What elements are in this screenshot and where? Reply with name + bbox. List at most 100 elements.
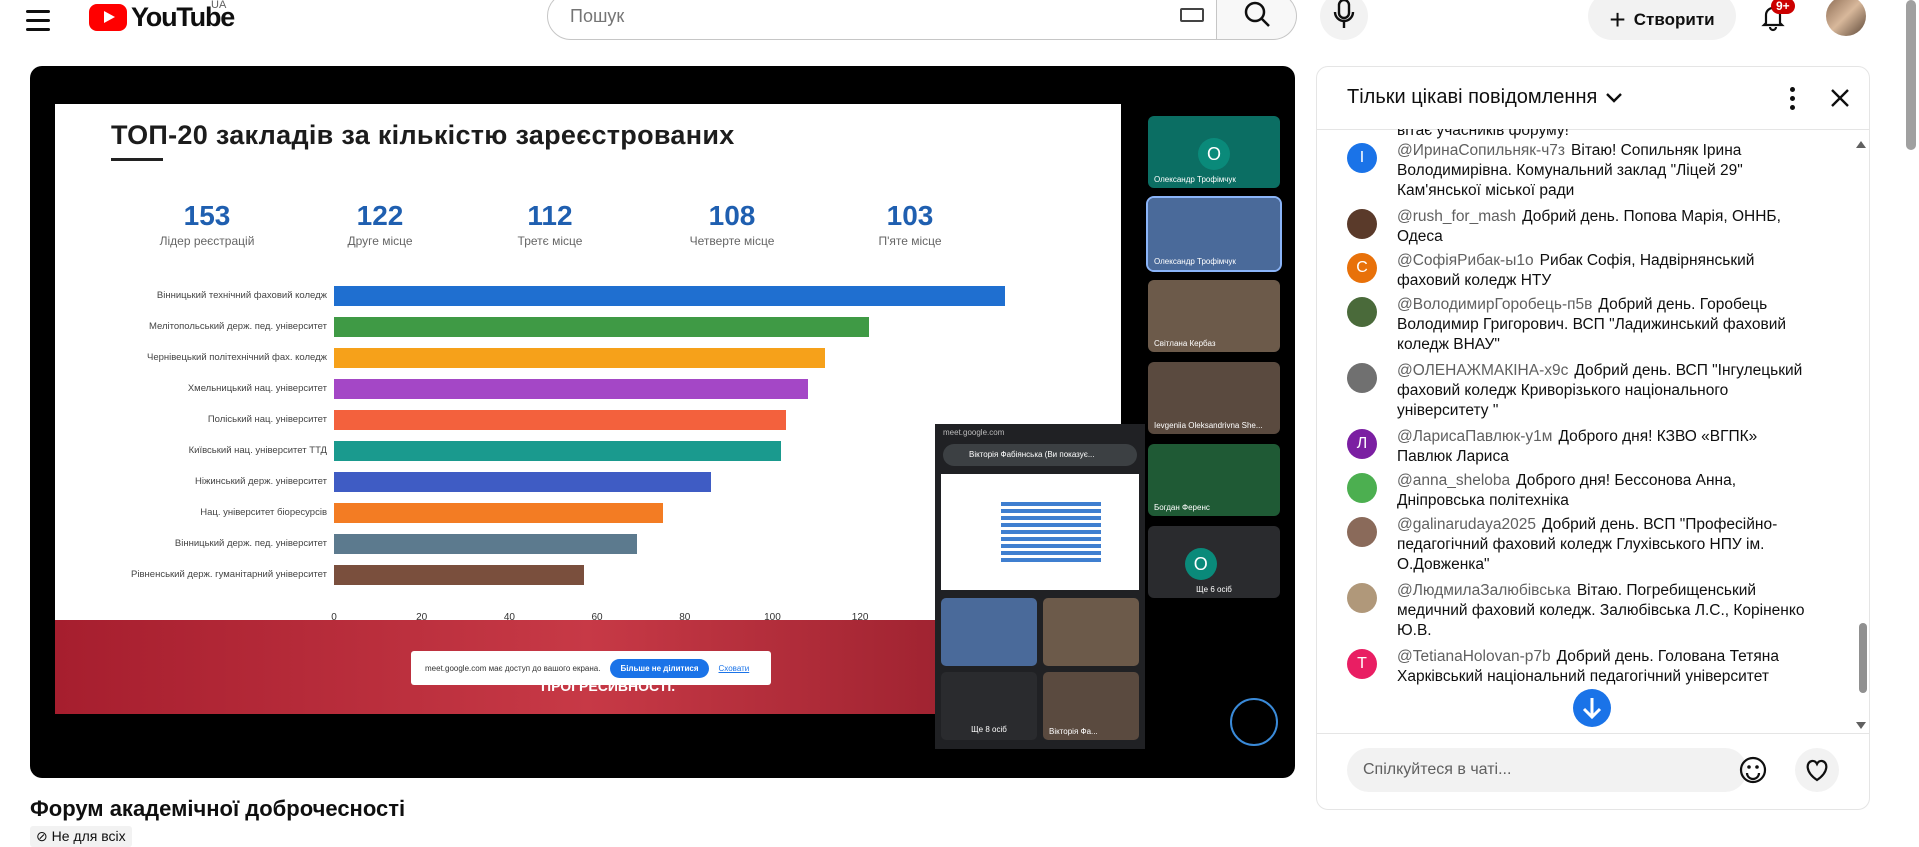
- scroll-to-latest-button[interactable]: [1573, 689, 1611, 727]
- chat-message-list[interactable]: вітає учасників форуму! І @ИринаСопильняк…: [1317, 129, 1869, 733]
- bar-9: [334, 534, 637, 554]
- chat-author-name[interactable]: @ЛарисаПавлюк-у1м: [1397, 428, 1552, 445]
- bar-10: [334, 565, 584, 585]
- pip-tile-more: Ще 8 осіб: [941, 672, 1037, 740]
- chat-scroll-thumb[interactable]: [1859, 623, 1867, 693]
- chat-message: T @TetianaHolovan-p7b Добрий день. Голован…: [1347, 647, 1807, 687]
- chat-author-name[interactable]: @СофіяРибак-ы1о: [1397, 252, 1534, 269]
- chat-author-avatar[interactable]: [1347, 473, 1377, 503]
- visibility-badge: ⊘ Не для всіх: [30, 826, 132, 847]
- chat-author-avatar[interactable]: [1347, 297, 1377, 327]
- x-tick-label: 60: [591, 612, 603, 623]
- video-player[interactable]: ТОП-20 закладів за кількістю зареєстрова…: [30, 66, 1295, 778]
- pip-presenter: Вікторія Фабіянська (Ви показує...: [943, 444, 1137, 466]
- chat-message: І @ИринаСопильняк-ч7з Вітаю! Сопильняк Іри…: [1347, 141, 1807, 201]
- chat-header: Тільки цікаві повідомлення: [1317, 67, 1869, 130]
- arrow-down-icon: [1582, 698, 1602, 720]
- participant-tile-5[interactable]: Богдан Ференс: [1148, 444, 1280, 516]
- chat-author-name[interactable]: @ЛюдмилаЗалюбівська: [1397, 582, 1571, 599]
- page-scrollbar[interactable]: [1906, 0, 1916, 150]
- chat-message: @ОЛЕНАЖМАКІНА-х9с Добрий день. ВСП "Інгул…: [1347, 361, 1807, 421]
- create-button[interactable]: + Створити: [1588, 0, 1736, 40]
- bar-category-label: Хмельницький нац. університет: [187, 383, 327, 394]
- chat-message: @rush_for_mash Добрий день. Попова Марія,…: [1347, 207, 1807, 247]
- chat-message: @ВолодимирГоробець-п5в Добрий день. Гороб…: [1347, 295, 1807, 355]
- bar-3: [334, 348, 826, 368]
- bar-category-label: Вінницький держ. пед. університет: [174, 538, 327, 549]
- search-input[interactable]: [568, 4, 1132, 28]
- bar-6: [334, 441, 782, 461]
- x-tick-label: 120: [851, 612, 869, 623]
- search-button[interactable]: [1217, 0, 1297, 40]
- x-tick-label: 20: [416, 612, 428, 623]
- x-tick-label: 40: [503, 612, 515, 623]
- chat-author-avatar[interactable]: [1347, 583, 1377, 613]
- chat-author-avatar[interactable]: С: [1347, 253, 1377, 283]
- participant-tile-4[interactable]: Ievgeniia Oleksandrivna She...: [1148, 362, 1280, 434]
- chat-author-avatar[interactable]: T: [1347, 649, 1377, 679]
- x-tick-label: 100: [764, 612, 781, 623]
- chat-author-name[interactable]: @ВолодимирГоробець-п5в: [1397, 296, 1592, 313]
- x-tick-label: 0: [331, 612, 337, 623]
- chat-input-area: [1317, 733, 1869, 809]
- bar-4: [334, 379, 808, 399]
- notification-badge: 9+: [1771, 0, 1795, 14]
- stop-sharing-button[interactable]: Більше не ділитися: [610, 658, 709, 678]
- bar-5: [334, 410, 786, 430]
- stat-1: 153 Лідер реєстрацій: [159, 200, 255, 248]
- participant-tile-2[interactable]: Олександр Трофімчук: [1146, 196, 1282, 272]
- participant-tile-1[interactable]: О Олександр Трофімчук: [1148, 116, 1280, 188]
- chat-author-name[interactable]: @galinarudaya2025: [1397, 516, 1536, 533]
- pip-tile-2: [1043, 598, 1139, 666]
- bar-8: [334, 503, 663, 523]
- pip-title: meet.google.com: [943, 428, 1005, 437]
- chat-author-name[interactable]: @ИринаСопильняк-ч7з: [1397, 142, 1565, 159]
- chat-author-avatar[interactable]: Л: [1347, 429, 1377, 459]
- youtube-play-icon: [89, 4, 127, 31]
- bar-category-label: Ніжинський держ. університет: [195, 476, 327, 487]
- chat-author-avatar[interactable]: [1347, 363, 1377, 393]
- scroll-up-icon: [1856, 141, 1866, 148]
- bar-category-label: Мелітопольський держ. пед. університет: [148, 321, 327, 332]
- chat-message: @ЛюдмилаЗалюбівська Вітаю. Погребищенськи…: [1347, 581, 1807, 641]
- more-vert-icon: [1789, 86, 1795, 92]
- chat-author-avatar[interactable]: [1347, 517, 1377, 547]
- stat-3: 112 Третє місце: [517, 200, 583, 248]
- chat-author-avatar[interactable]: І: [1347, 143, 1377, 173]
- stat-5: 103 П'яте місце: [878, 200, 942, 248]
- bar-category-label: Київський нац. університет ТТД: [188, 445, 327, 456]
- pip-slide-thumbnail: [941, 474, 1139, 590]
- chat-message: Л @ЛарисаПавлюк-у1м Доброго дня! КЗВО «ВГП…: [1347, 427, 1807, 467]
- channel-watermark-icon: [1230, 698, 1278, 746]
- participant-tile-more[interactable]: О Ще 6 осіб: [1148, 526, 1280, 598]
- share-notice-text: meet.google.com має доступ до вашого екр…: [425, 663, 601, 673]
- title-underline: [111, 158, 163, 161]
- heart-button[interactable]: [1795, 748, 1839, 792]
- chat-author-name[interactable]: @ОЛЕНАЖМАКІНА-х9с: [1397, 362, 1568, 379]
- keyboard-icon[interactable]: [1180, 8, 1204, 22]
- bar-category-label: Вінницький технічний фаховий коледж: [156, 290, 327, 301]
- chat-author-name[interactable]: @rush_for_mash: [1397, 208, 1516, 225]
- close-chat-button[interactable]: [1825, 83, 1855, 113]
- voice-search-button[interactable]: [1320, 0, 1368, 40]
- emoji-button[interactable]: [1737, 754, 1769, 786]
- chat-author-avatar[interactable]: [1347, 209, 1377, 239]
- account-avatar[interactable]: [1826, 0, 1866, 36]
- bar-category-label: Рівненський держ. гуманітарний університ…: [131, 569, 327, 580]
- stat-4: 108 Четверте місце: [689, 200, 775, 248]
- chat-mode-dropdown[interactable]: Тільки цікаві повідомлення: [1347, 86, 1623, 109]
- hide-notice-link[interactable]: Сховати: [719, 664, 750, 673]
- chat-more-button[interactable]: [1777, 83, 1807, 113]
- bar-category-label: Чернівецький політехнічний фах. коледж: [146, 352, 327, 363]
- participant-tile-3[interactable]: Світлана Кербаз: [1148, 280, 1280, 352]
- menu-button[interactable]: [26, 4, 66, 36]
- emoji-icon: [1739, 756, 1767, 784]
- chat-input[interactable]: [1347, 748, 1747, 792]
- youtube-logo[interactable]: YouTube UA: [89, 0, 235, 33]
- x-tick-label: 80: [679, 612, 691, 623]
- stat-2: 122 Друге місце: [347, 200, 413, 248]
- chat-author-name[interactable]: @anna_sheloba: [1397, 472, 1510, 489]
- chat-message: @anna_sheloba Доброго дня! Бессонова Анна…: [1347, 471, 1807, 511]
- chat-author-name[interactable]: @TetianaHolovan-p7b: [1397, 648, 1551, 665]
- region-label: UA: [211, 0, 227, 11]
